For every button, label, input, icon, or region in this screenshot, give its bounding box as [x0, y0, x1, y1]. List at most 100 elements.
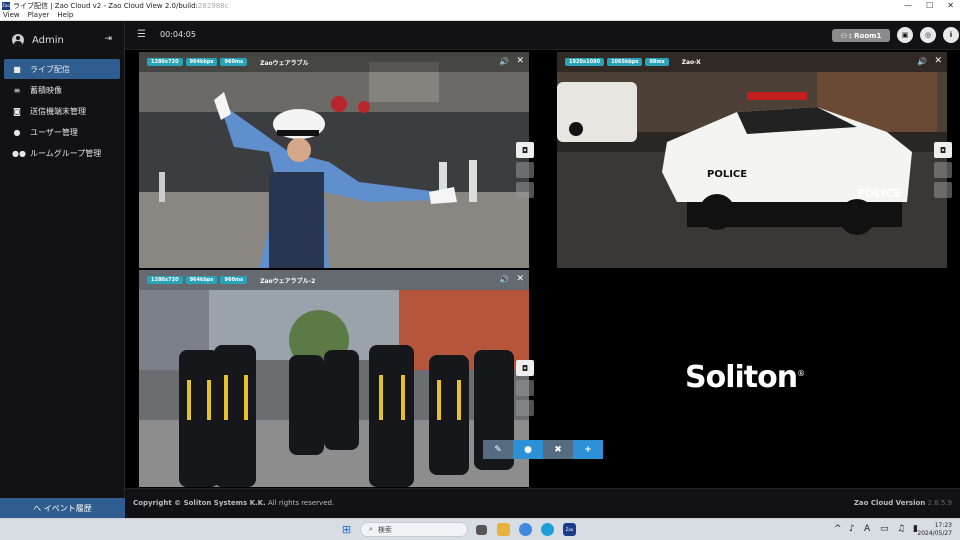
menu-help[interactable]: Help — [57, 11, 73, 20]
layout-icon[interactable]: ▣ — [897, 27, 913, 43]
camera-snapshot-icon[interactable]: ◘ — [516, 360, 534, 376]
tile-controls-2: ◘ — [934, 142, 952, 198]
resolution-badge: 1920x1080 — [565, 58, 605, 66]
task-view-icon[interactable] — [476, 525, 487, 535]
sidebar-item-label: 蓄積映像 — [30, 85, 62, 95]
user-panel: Admin ⇥ — [0, 21, 124, 59]
speaker-icon[interactable]: 🔊 — [499, 57, 509, 66]
search-icon: ⌕ — [369, 525, 373, 533]
camera-snapshot-icon[interactable]: ◘ — [934, 142, 952, 158]
tile-header: 1920x1080 1065kbps 98ms Zao-X 🔊 ✕ — [557, 52, 947, 72]
add-icon[interactable]: + — [573, 440, 603, 459]
group-icon: ⚇ — [840, 31, 847, 40]
room-selector[interactable]: ⚇: Room1 — [832, 29, 890, 42]
tile-control-button[interactable] — [516, 182, 534, 198]
version-info: Zao Cloud Version 2.8.5.9 — [854, 499, 952, 507]
microphone-icon[interactable]: ♪ — [849, 524, 855, 534]
video-frame-traffic-officer — [139, 52, 529, 268]
menu-toggle-icon[interactable]: ☰ — [137, 29, 146, 40]
bitrate-badge: 964kbps — [185, 58, 218, 66]
copyright-company: Copyright © Soliton Systems K.K. — [133, 499, 266, 507]
taskbar-clock[interactable]: 17:23 2024/05/27 — [917, 522, 952, 538]
session-timer: 00:04:05 — [160, 30, 196, 39]
logout-icon[interactable]: ⇥ — [104, 34, 112, 44]
tile-header: 1280x720 964kbps 960ms Zaoウェアラブル 🔊 ✕ — [139, 52, 529, 72]
headset-icon[interactable]: ◎ — [920, 27, 936, 43]
file-explorer-icon[interactable] — [497, 523, 510, 536]
menu-bar: View Player Help — [0, 11, 960, 21]
title-bar: Zao ライブ配信 | Zao Cloud v2 - Zao Cloud Vie… — [0, 0, 960, 11]
camera-icon: ◙ — [13, 106, 21, 116]
version-number: 2.8.5.9 — [927, 499, 953, 507]
tile-controls-3: ◘ — [516, 360, 534, 416]
user-name: Admin — [32, 34, 64, 46]
location-pin-icon[interactable]: ● — [513, 440, 543, 459]
zao-app-icon[interactable]: Zao — [563, 523, 576, 536]
copyright-rights: All rights reserved. — [265, 499, 335, 507]
logo-text: Soliton — [685, 360, 798, 395]
sidebar-item-recordings[interactable]: ≡ 蓄積映像 — [4, 80, 120, 100]
device-name: Zaoウェアラブル — [260, 59, 309, 67]
latency-badge: 960ms — [220, 276, 248, 284]
windows-start-icon[interactable]: ⊞ — [340, 523, 353, 536]
taskbar: ⊞ ⌕ 検索 Zao ^ ♪ A ▭ ♫ ▮ 17:23 2024/05/27 — [0, 518, 960, 540]
clock-date: 2024/05/27 — [917, 530, 952, 537]
info-icon[interactable]: i — [943, 27, 959, 43]
footer: Copyright © Soliton Systems K.K. All rig… — [125, 488, 960, 518]
tile-control-button[interactable] — [516, 380, 534, 396]
taskbar-search[interactable]: ⌕ 検索 — [360, 522, 468, 537]
close-icon[interactable]: ✕ — [934, 56, 942, 66]
chevron-up-icon[interactable]: ^ — [834, 524, 842, 534]
tile-control-button[interactable] — [934, 182, 952, 198]
search-placeholder: 検索 — [377, 525, 392, 534]
ptz-toolbar: ✎ ● ✖ + — [483, 440, 603, 459]
ime-indicator[interactable]: A — [864, 524, 870, 534]
version-label: Zao Cloud Version — [853, 499, 926, 507]
video-tile-2[interactable]: POLICE POLICE 1920x1080 1065kbps 98ms Za… — [557, 52, 947, 268]
tile-control-button[interactable] — [934, 162, 952, 178]
bitrate-badge: 964kbps — [185, 276, 218, 284]
tile-control-button[interactable] — [516, 400, 534, 416]
volume-icon[interactable]: ♫ — [897, 524, 905, 534]
camera-snapshot-icon[interactable]: ◘ — [516, 142, 534, 158]
window-title-build: 282988c — [197, 1, 229, 10]
video-tile-3[interactable]: 1280x720 964kbps 960ms Zaoウェアラブル-2 🔊 ✕ — [139, 270, 529, 487]
tile-control-button[interactable] — [516, 162, 534, 178]
tile-header: 1280x720 964kbps 960ms Zaoウェアラブル-2 🔊 ✕ — [139, 270, 529, 290]
menu-player[interactable]: Player — [28, 11, 50, 20]
user-icon: ● — [13, 127, 21, 137]
mic-off-icon[interactable]: ✎ — [483, 440, 513, 459]
sidebar-item-users[interactable]: ● ユーザー管理 — [4, 122, 120, 142]
sidebar-item-devices[interactable]: ◙ 送信機端末管理 — [4, 101, 120, 121]
sidebar-item-live[interactable]: ■ ライブ配信 — [4, 59, 120, 79]
sidebar-item-room-groups[interactable]: ●● ルームグループ管理 — [4, 143, 120, 163]
close-window-button[interactable]: ✕ — [947, 0, 954, 11]
network-icon[interactable]: ▭ — [880, 524, 889, 534]
sidebar-item-label: 送信機端末管理 — [30, 106, 86, 116]
window-title: ライブ配信 | Zao Cloud v2 - Zao Cloud View 2.… — [13, 1, 198, 10]
close-icon[interactable]: ✕ — [516, 56, 524, 66]
device-name: Zao-X — [681, 58, 701, 66]
latency-badge: 98ms — [645, 58, 669, 66]
minimize-button[interactable]: — — [904, 0, 912, 11]
maximize-button[interactable]: ☐ — [926, 0, 933, 11]
video-frame-police-car: POLICE POLICE — [557, 52, 947, 268]
video-frame-police-line — [139, 270, 529, 487]
top-bar: ☰ 00:04:05 ⚇: Room1 ▣ ◎ i — [125, 21, 960, 50]
database-icon: ≡ — [13, 85, 21, 95]
users-icon: ●● — [12, 148, 26, 158]
swap-icon[interactable]: ✖ — [543, 440, 573, 459]
close-icon[interactable]: ✕ — [516, 274, 524, 284]
edge-icon[interactable] — [541, 523, 554, 536]
sidebar: Admin ⇥ ■ ライブ配信 ≡ 蓄積映像 ◙ 送信機端末管理 ● ユーザー管理 ●●… — [0, 21, 125, 518]
video-tile-1[interactable]: 1280x720 964kbps 960ms Zaoウェアラブル 🔊 ✕ — [139, 52, 529, 268]
speaker-icon[interactable]: 🔊 — [499, 275, 509, 284]
speaker-icon[interactable]: 🔊 — [917, 57, 927, 66]
svg-text:POLICE: POLICE — [707, 169, 747, 180]
menu-view[interactable]: View — [3, 11, 20, 20]
event-history-button[interactable]: へ イベント履歴 — [0, 498, 125, 518]
chrome-icon[interactable] — [519, 523, 532, 536]
device-name: Zaoウェアラブル-2 — [260, 277, 316, 285]
clock-time: 17:23 — [934, 522, 952, 529]
video-grid: 1280x720 964kbps 960ms Zaoウェアラブル 🔊 ✕ ◘ P… — [125, 50, 960, 488]
